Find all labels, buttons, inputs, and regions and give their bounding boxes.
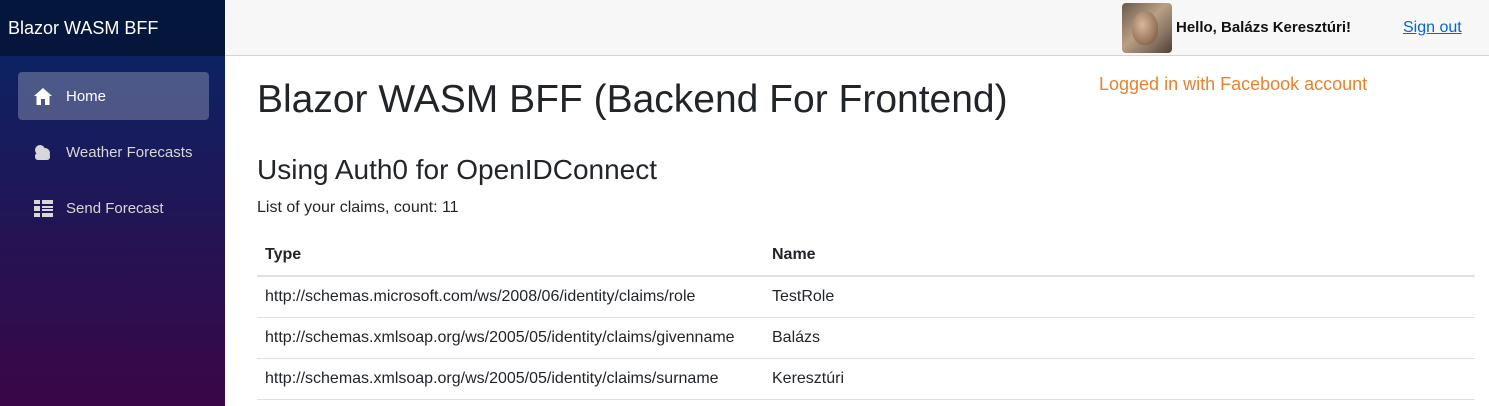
claim-type-cell: http://schemas.xmlsoap.org/ws/2005/05/id…	[257, 317, 764, 359]
claim-value-cell: Balázs	[764, 317, 1475, 359]
brand-bar: Blazor WASM BFF	[0, 0, 225, 56]
nav-menu: Home Weather Forecasts Send Forecast	[0, 56, 225, 232]
brand-link[interactable]: Blazor WASM BFF	[8, 18, 158, 39]
claim-type-cell: http://schemas.xmlsoap.org/ws/2005/05/id…	[257, 358, 764, 400]
nav-item-home[interactable]: Home	[18, 72, 209, 120]
table-header-row: Type Name	[257, 234, 1475, 277]
claim-value-cell: TestRole	[764, 276, 1475, 318]
nav-item-label: Home	[66, 87, 107, 105]
claims-count-text: List of your claims, count: 11	[257, 199, 459, 216]
sidebar: Blazor WASM BFF Home Weather Forecasts S…	[0, 0, 225, 406]
claim-type-cell: http://schemas.microsoft.com/ws/2008/06/…	[257, 276, 764, 318]
sign-out-link[interactable]: Sign out	[1403, 19, 1462, 37]
table-row: http://schemas.microsoft.com/ws/2008/06/…	[257, 276, 1475, 318]
nav-item-label: Send Forecast	[66, 199, 164, 217]
avatar	[1122, 3, 1172, 53]
column-header-type: Type	[257, 234, 764, 277]
column-header-name: Name	[764, 234, 1475, 277]
nav-item-label: Weather Forecasts	[66, 143, 193, 161]
greeting-text: Hello, Balázs Keresztúri!	[1176, 19, 1352, 36]
top-row: Hello, Balázs Keresztúri! Sign out	[225, 0, 1489, 56]
login-note: Logged in with Facebook account	[1099, 74, 1368, 94]
table-row: http://schemas.xmlsoap.org/ws/2005/05/id…	[257, 358, 1475, 400]
claims-table: Type Name http://schemas.microsoft.com/w…	[257, 234, 1475, 400]
claim-value-cell: Keresztúri	[764, 358, 1475, 400]
list-icon	[33, 198, 53, 218]
page-title: Blazor WASM BFF (Backend For Frontend)	[257, 78, 1008, 121]
nav-item-send-forecast[interactable]: Send Forecast	[18, 184, 209, 232]
page-subtitle: Using Auth0 for OpenIDConnect	[257, 154, 658, 185]
home-icon	[33, 86, 53, 106]
table-row: http://schemas.xmlsoap.org/ws/2005/05/id…	[257, 317, 1475, 359]
cloud-icon	[33, 142, 53, 162]
nav-item-weather-forecasts[interactable]: Weather Forecasts	[18, 128, 209, 176]
